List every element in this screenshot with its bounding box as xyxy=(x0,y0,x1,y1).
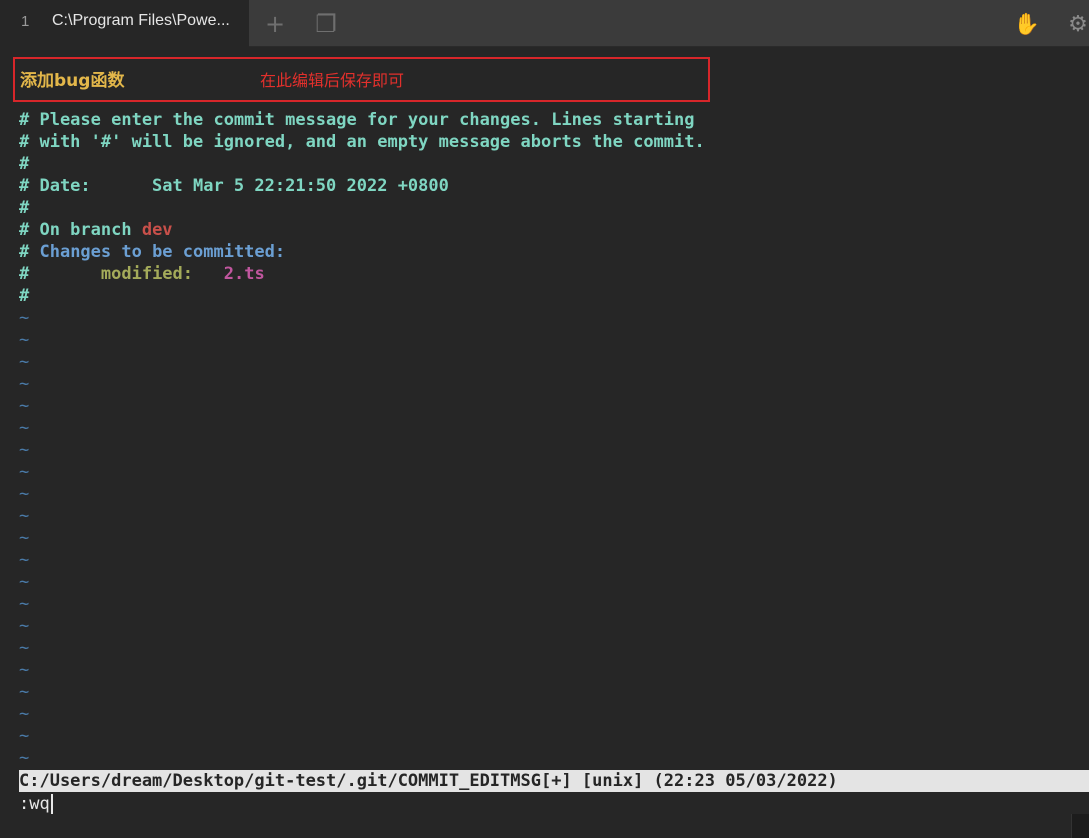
empty-line-marker: ~ xyxy=(19,440,30,460)
new-tab-icon[interactable]: + xyxy=(261,10,289,38)
empty-line-marker: ~ xyxy=(19,572,30,592)
comment-line: # Please enter the commit message for yo… xyxy=(19,110,695,130)
branch-prefix: # On branch xyxy=(19,220,142,240)
empty-line-marker: ~ xyxy=(19,462,30,482)
changes-header: Changes to be committed: xyxy=(39,242,286,262)
empty-line-marker: ~ xyxy=(19,418,30,438)
empty-line-marker: ~ xyxy=(19,748,30,768)
file-status: modified: xyxy=(100,264,194,284)
empty-line-marker: ~ xyxy=(19,374,30,394)
empty-line-marker: ~ xyxy=(19,352,30,372)
tab-title: C:\Program Files\Powe... xyxy=(52,12,230,29)
empty-line-marker: ~ xyxy=(19,682,30,702)
scroll-corner xyxy=(1071,814,1089,838)
annotation-box: 添加bug函数 在此编辑后保存即可 xyxy=(13,57,710,102)
empty-line-marker: ~ xyxy=(19,506,30,526)
empty-line-marker: ~ xyxy=(19,616,30,636)
vim-editor[interactable] xyxy=(0,47,1089,838)
command-text: :wq xyxy=(19,794,50,814)
comment-line: # xyxy=(19,198,30,218)
tab-number: 1 xyxy=(21,13,30,30)
comment-line: # xyxy=(19,286,30,306)
vim-command-line[interactable]: :wq xyxy=(19,792,53,816)
empty-line-marker: ~ xyxy=(19,396,30,416)
empty-line-marker: ~ xyxy=(19,528,30,548)
empty-line-marker: ~ xyxy=(19,330,30,350)
tab-overview-icon[interactable]: ❐ xyxy=(312,10,340,38)
empty-line-marker: ~ xyxy=(19,660,30,680)
empty-line-marker: ~ xyxy=(19,704,30,724)
vim-status-line: C:/Users/dream/Desktop/git-test/.git/COM… xyxy=(19,770,1089,792)
comment-hash: # xyxy=(19,264,101,284)
comment-hash: # xyxy=(19,242,40,262)
text-cursor xyxy=(50,794,53,814)
modified-file-line: # modified: 2.ts xyxy=(19,263,265,285)
date-line: # Date: Sat Mar 5 22:21:50 2022 +0800 xyxy=(19,176,449,196)
empty-line-marker: ~ xyxy=(19,638,30,658)
empty-line-marker: ~ xyxy=(19,594,30,614)
empty-line-marker: ~ xyxy=(19,308,30,328)
changes-header-line: # Changes to be committed: xyxy=(19,241,285,263)
status-gap xyxy=(193,264,224,284)
branch-line: # On branch dev xyxy=(19,219,173,241)
empty-line-marker: ~ xyxy=(19,484,30,504)
tab-bar: 1 C:\Program Files\Powe... + ❐ ✋ ⚙ xyxy=(0,0,1089,47)
commit-message-line[interactable]: 添加bug函数 xyxy=(20,66,124,91)
file-name: 2.ts xyxy=(223,264,265,284)
tab-powershell[interactable]: 1 C:\Program Files\Powe... xyxy=(0,0,249,47)
annotation-note: 在此编辑后保存即可 xyxy=(260,71,405,90)
hand-icon[interactable]: ✋ xyxy=(1013,10,1041,38)
settings-gear-icon[interactable]: ⚙ xyxy=(1064,10,1089,38)
empty-line-marker: ~ xyxy=(19,550,30,570)
comment-line: # xyxy=(19,154,30,174)
comment-line: # with '#' will be ignored, and an empty… xyxy=(19,132,705,152)
branch-name: dev xyxy=(141,220,173,240)
empty-line-marker: ~ xyxy=(19,726,30,746)
